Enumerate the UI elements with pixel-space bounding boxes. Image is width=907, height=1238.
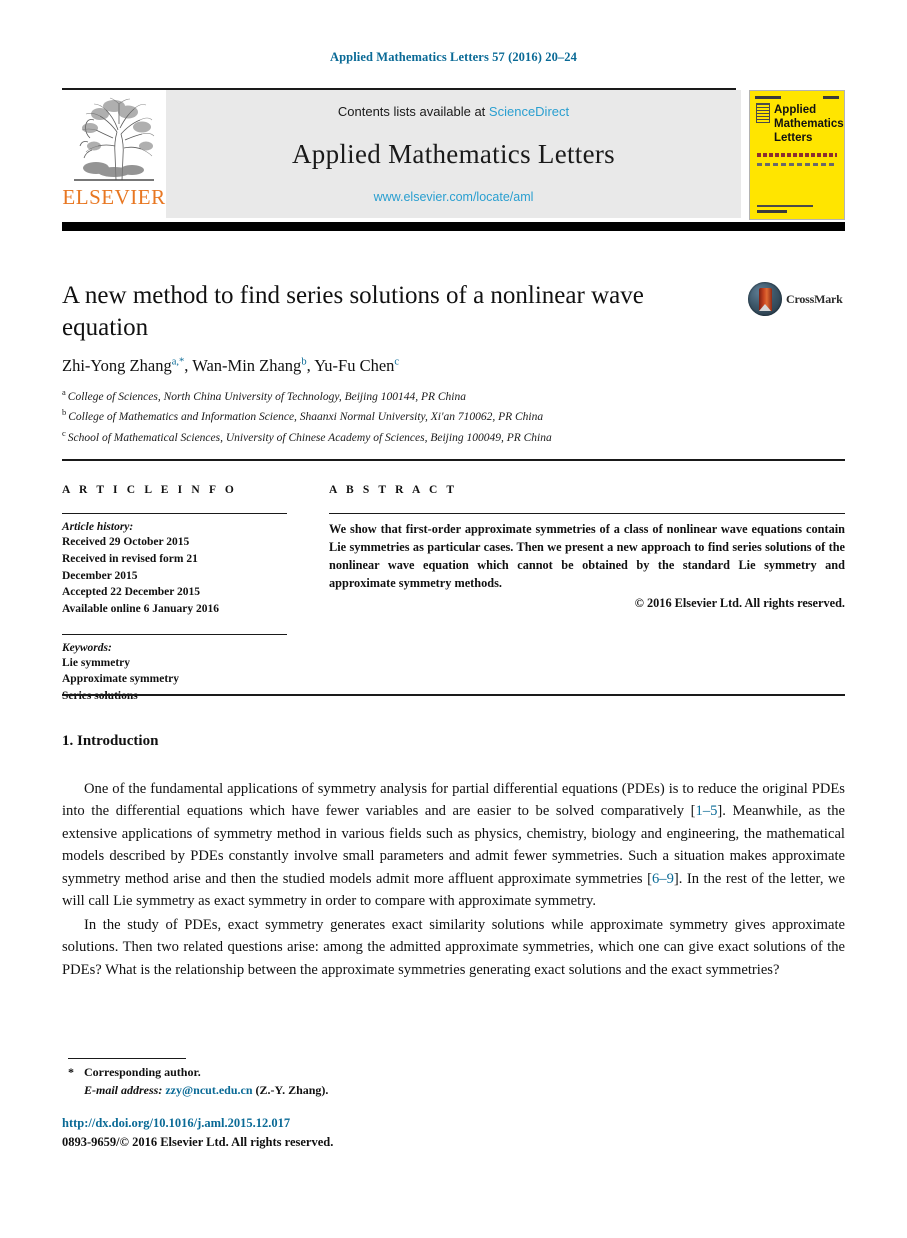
crossmark-label: CrossMark (786, 291, 843, 306)
affiliation-mark: a (62, 387, 66, 397)
paper-page: Applied Mathematics Letters 57 (2016) 20… (0, 0, 907, 1238)
affiliation-mark: b (62, 407, 67, 418)
author-list: Zhi-Yong Zhanga,*, Wan-Min Zhangb, Yu-Fu… (62, 356, 845, 376)
info-abstract-region: A R T I C L E I N F O Article history: R… (62, 484, 845, 705)
abstract-rule (329, 513, 845, 515)
contents-prefix: Contents lists available at (337, 104, 486, 119)
email-owner: (Z.-Y. Zhang). (255, 1082, 329, 1097)
section-heading-introduction: 1. Introduction (62, 733, 159, 749)
cover-elsevier-mark-icon (756, 103, 770, 123)
history-line: Accepted 22 December 2015 (62, 586, 201, 599)
footer-doi-block: http://dx.doi.org/10.1016/j.aml.2015.12.… (62, 1114, 333, 1152)
footnote-corresponding-author: * Corresponding author. (68, 1064, 668, 1082)
abstract-column: A B S T R A C T We show that first-order… (329, 484, 845, 705)
cover-red-rule (757, 153, 837, 157)
article-info-rule (62, 513, 287, 515)
affiliation-a: a College of Sciences, North China Univer… (62, 386, 845, 406)
cover-bottom-mark (757, 210, 787, 213)
footnote-corresponding-text: Corresponding author. (84, 1065, 201, 1079)
affiliation-list: a College of Sciences, North China Univer… (62, 386, 845, 447)
keywords-heading: Keywords: (62, 641, 112, 654)
article-history-heading: Article history: (62, 521, 134, 534)
journal-url-link[interactable]: www.elsevier.com/locate/aml (374, 190, 534, 204)
cover-top-bar (755, 95, 839, 100)
cover-subtitle-rule (757, 163, 837, 166)
abstract-text: We show that first-order approximate sym… (329, 522, 845, 591)
affiliation-mark: c (62, 427, 66, 438)
citation-ref-6-9[interactable]: 6–9 (652, 871, 674, 887)
running-head: Applied Mathematics Letters 57 (2016) 20… (330, 50, 577, 64)
paragraph-1: One of the fundamental applications of s… (62, 778, 845, 913)
history-line: December 2015 (62, 569, 138, 582)
history-line: Received in revised form 21 (62, 552, 198, 565)
info-top-rule (62, 459, 845, 461)
journal-header-block: ELSEVIER Contents lists available at Sci… (62, 88, 845, 231)
abstract-label: A B S T R A C T (329, 484, 458, 496)
issn-copyright-line: 0893-9659/© 2016 Elsevier Ltd. All right… (62, 1134, 334, 1149)
affiliation-c: c School of Mathematical Sciences, Univer… (62, 427, 845, 447)
journal-cover-thumbnail[interactable]: Applied Mathematics Letters (749, 90, 845, 220)
footnote-email-row: E-mail address: zzy@ncut.edu.cn (Z.-Y. Z… (68, 1082, 668, 1100)
header-row: ELSEVIER Contents lists available at Sci… (62, 90, 845, 220)
cover-bottom-rule (757, 205, 813, 207)
keywords-rule (62, 633, 287, 635)
affiliation-b: b College of Mathematics and Information … (62, 406, 845, 426)
abstract-copyright: © 2016 Elsevier Ltd. All rights reserved… (634, 596, 845, 610)
email-label: E-mail address: (84, 1082, 163, 1097)
journal-banner: Contents lists available at ScienceDirec… (166, 90, 741, 218)
body-text: One of the fundamental applications of s… (62, 778, 845, 981)
info-bottom-rule (62, 694, 845, 696)
authors-text: Zhi-Yong Zhanga,*, Wan-Min Zhangb, Yu-Fu… (62, 356, 400, 375)
article-info-label: A R T I C L E I N F O (62, 484, 237, 496)
paragraph-2: In the study of PDEs, exact symmetry gen… (62, 916, 845, 978)
keyword-item: Series solutions (62, 690, 138, 703)
sciencedirect-link[interactable]: ScienceDirect (489, 104, 569, 119)
title-area: A new method to find series solutions of… (62, 280, 722, 344)
citation-ref-1-5[interactable]: 1–5 (696, 803, 718, 819)
history-line: Received 29 October 2015 (62, 536, 190, 549)
footnote-block: * Corresponding author. E-mail address: … (68, 1064, 668, 1100)
article-info-column: A R T I C L E I N F O Article history: R… (62, 484, 287, 705)
keyword-item: Lie symmetry (62, 656, 131, 669)
affiliation-text: College of Mathematics and Information S… (68, 411, 544, 424)
contents-line: Contents lists available at ScienceDirec… (338, 104, 569, 119)
journal-cover-cell: Applied Mathematics Letters (741, 90, 845, 220)
affiliation-text: College of Sciences, North China Univers… (67, 390, 466, 403)
crossmark-logo-icon (748, 282, 782, 316)
header-thick-rule (62, 222, 845, 231)
elsevier-wordmark: ELSEVIER (62, 185, 166, 209)
page-title: A new method to find series solutions of… (62, 282, 644, 341)
affiliation-text: School of Mathematical Sciences, Univers… (67, 431, 552, 444)
cover-title: Applied Mathematics Letters (774, 104, 844, 145)
email-link[interactable]: zzy@ncut.edu.cn (165, 1083, 252, 1097)
journal-title: Applied Mathematics Letters (291, 139, 615, 169)
history-line: Available online 6 January 2016 (62, 602, 219, 615)
footnote-star-marker: * (68, 1065, 74, 1079)
elsevier-logo: ELSEVIER (62, 90, 166, 218)
elsevier-tree-icon (70, 94, 158, 186)
doi-link[interactable]: http://dx.doi.org/10.1016/j.aml.2015.12.… (62, 1114, 333, 1133)
crossmark-badge[interactable]: CrossMark (748, 282, 843, 316)
keyword-item: Approximate symmetry (62, 673, 179, 686)
footnote-rule (68, 1058, 186, 1060)
